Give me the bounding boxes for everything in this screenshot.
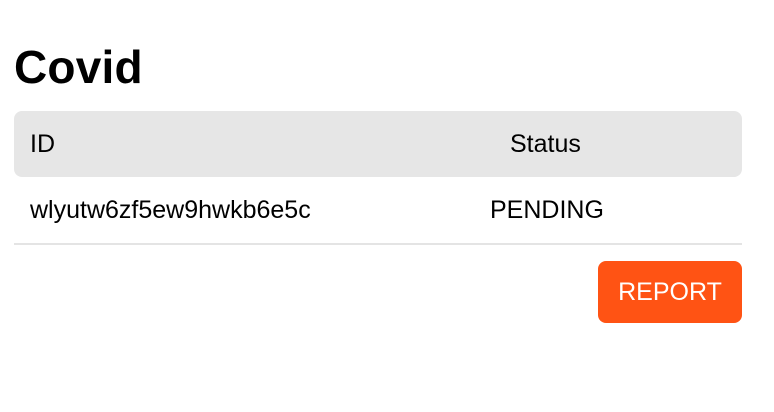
report-button[interactable]: REPORT: [598, 261, 742, 323]
column-header-status: Status: [510, 130, 581, 158]
page-title: Covid: [14, 41, 143, 93]
column-header-id: ID: [30, 130, 55, 158]
row-status-cell: PENDING: [490, 196, 604, 224]
page: Covid ID Status wlyutw6zf5ew9hwkb6e5c PE…: [0, 0, 774, 412]
row-id-cell: wlyutw6zf5ew9hwkb6e5c: [30, 196, 311, 224]
results-table: ID Status wlyutw6zf5ew9hwkb6e5c PENDING: [14, 111, 742, 245]
table-row: wlyutw6zf5ew9hwkb6e5c PENDING: [14, 177, 742, 245]
table-header: ID Status: [14, 111, 742, 177]
